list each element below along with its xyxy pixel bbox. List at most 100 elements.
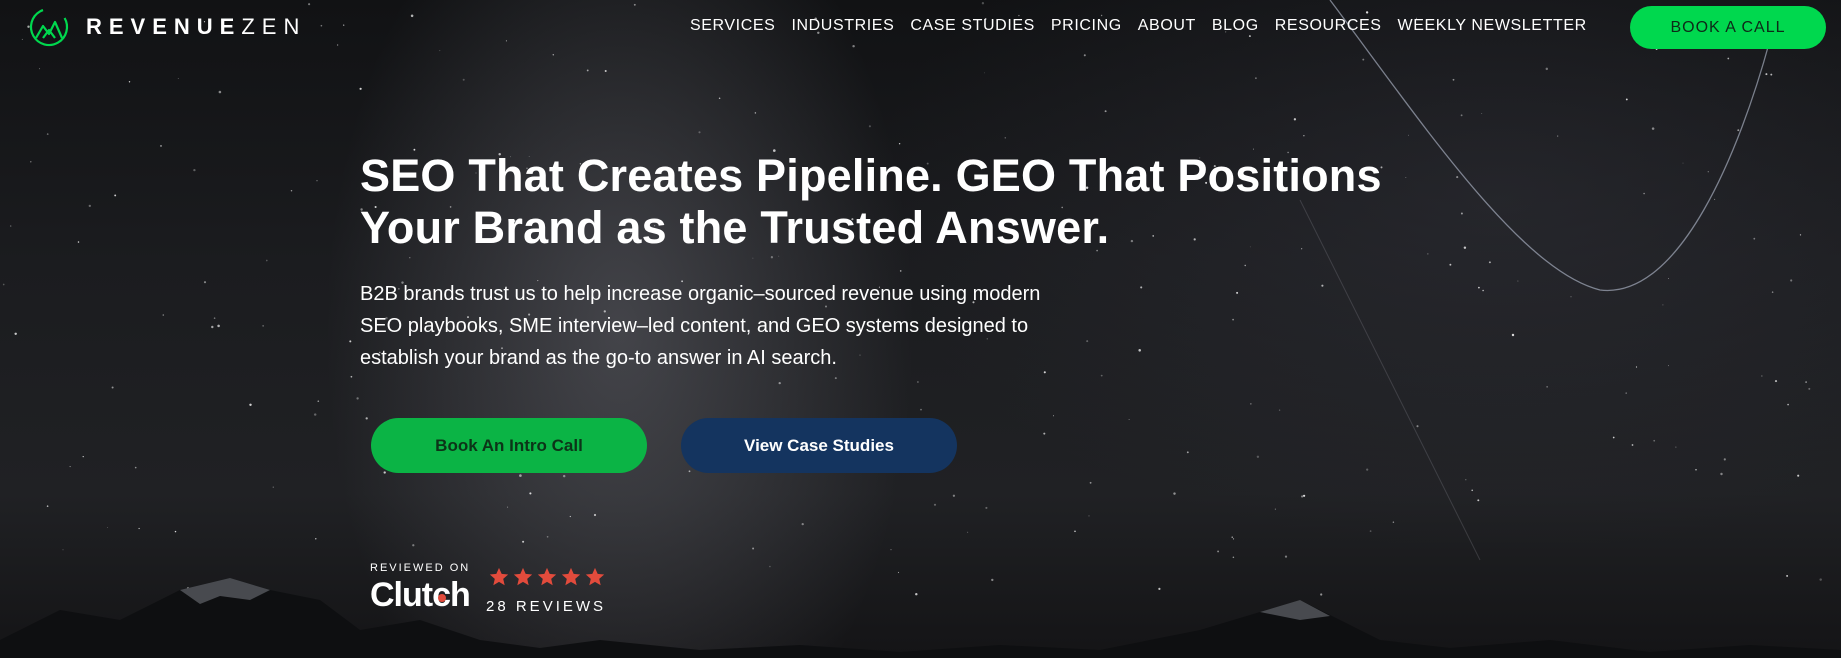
- star-dot: [30, 161, 32, 163]
- reviews-count: 28 REVIEWS: [486, 598, 607, 615]
- hero-subtext: B2B brands trust us to help increase org…: [360, 283, 1041, 369]
- star-dot: [1369, 530, 1372, 532]
- star-dot: [62, 549, 64, 551]
- star-dot: [249, 403, 252, 407]
- nav-industries[interactable]: INDUSTRIES: [791, 17, 894, 35]
- star-dot: [1088, 515, 1090, 517]
- star-dot: [134, 466, 137, 469]
- star-dot: [1481, 112, 1483, 114]
- star-dot: [316, 180, 318, 182]
- star-dot: [1407, 134, 1410, 136]
- star-dot: [1667, 365, 1669, 367]
- star-dot: [315, 538, 317, 540]
- star-dot: [46, 505, 49, 507]
- star-icon: [513, 567, 533, 586]
- star-icon: [537, 567, 557, 586]
- star-dot: [2, 283, 5, 286]
- star-dot: [107, 527, 109, 529]
- star-dot: [356, 397, 359, 400]
- star-dot: [1723, 458, 1726, 461]
- book-a-call-button[interactable]: BOOK A CALL: [1630, 6, 1826, 49]
- star-dot: [1366, 468, 1369, 471]
- star-dot: [546, 535, 549, 538]
- mountain-snow: [180, 578, 1330, 620]
- star-dot: [778, 381, 781, 385]
- star-dot: [383, 471, 386, 474]
- nav-blog[interactable]: BLOG: [1212, 17, 1259, 35]
- star-dot: [1452, 78, 1455, 81]
- rating-stars: [488, 566, 606, 588]
- star-dot: [211, 325, 214, 329]
- star-dot: [898, 143, 901, 145]
- star-dot: [77, 241, 80, 243]
- star-dot: [1043, 432, 1046, 435]
- star-dot: [1274, 508, 1276, 510]
- nav-services[interactable]: SERVICES: [690, 17, 775, 35]
- logo-text-bold: REVENUE: [86, 14, 242, 39]
- star-dot: [1128, 419, 1130, 421]
- star-dot: [915, 592, 918, 596]
- star-dot: [359, 87, 362, 90]
- star-dot: [1774, 380, 1778, 383]
- nav-resources[interactable]: RESOURCES: [1275, 17, 1382, 35]
- star-dot: [1819, 578, 1822, 581]
- star-dot: [1301, 495, 1304, 498]
- star-dot: [1488, 261, 1491, 264]
- star-dot: [218, 90, 222, 94]
- star-dot: [174, 530, 177, 533]
- star-dot: [1293, 118, 1297, 121]
- star-dot: [1714, 198, 1716, 200]
- star-dot: [562, 474, 566, 478]
- logo[interactable]: REVENUEZEN: [28, 6, 306, 48]
- star-dot: [1545, 67, 1549, 71]
- star-dot: [1737, 129, 1740, 132]
- star-dot: [1392, 521, 1395, 523]
- star-dot: [586, 69, 589, 72]
- nav-about[interactable]: ABOUT: [1138, 17, 1196, 35]
- star-dot: [529, 492, 532, 495]
- star-dot: [985, 506, 988, 509]
- star-dot: [1302, 494, 1306, 497]
- star-dot: [1278, 409, 1281, 411]
- star-dot: [1320, 593, 1323, 596]
- star-dot: [1635, 366, 1638, 368]
- star-dot: [69, 466, 71, 468]
- star-dot: [754, 112, 757, 114]
- star-dot: [952, 494, 956, 497]
- star-dot: [1771, 291, 1774, 293]
- logo-text: REVENUEZEN: [86, 14, 306, 40]
- view-case-studies-button[interactable]: View Case Studies: [681, 418, 957, 473]
- nav-pricing[interactable]: PRICING: [1051, 17, 1122, 35]
- star-dot: [1675, 446, 1677, 448]
- star-dot: [1232, 538, 1235, 540]
- star-dot: [991, 578, 994, 582]
- star-dot: [213, 317, 216, 319]
- star-dot: [138, 527, 140, 530]
- star-dot: [1089, 481, 1092, 484]
- star-dot: [1651, 127, 1655, 130]
- star-dot: [718, 97, 721, 99]
- reviewed-on-label: REVIEWED ON: [370, 562, 471, 574]
- clutch-review-badge[interactable]: REVIEWED ON Clutch 28 REVIEWS: [370, 562, 630, 622]
- star-dot: [1727, 57, 1730, 60]
- book-intro-call-button[interactable]: Book An Intro Call: [371, 418, 647, 473]
- star-dot: [604, 69, 607, 73]
- star-dot: [128, 81, 131, 83]
- star-dot: [1256, 455, 1260, 458]
- star-dot: [1557, 135, 1559, 137]
- star-dot: [890, 549, 892, 551]
- star-dot: [1546, 386, 1548, 388]
- star-dot: [916, 381, 919, 383]
- star-dot: [1460, 114, 1463, 117]
- star-dot: [897, 571, 900, 574]
- star-dot: [1463, 246, 1467, 249]
- star-dot: [1104, 110, 1107, 113]
- clutch-logo-dot: [438, 594, 446, 602]
- nav-weekly-newsletter[interactable]: WEEKLY NEWSLETTER: [1398, 17, 1587, 35]
- star-dot: [1682, 162, 1684, 164]
- star-dot: [933, 503, 937, 506]
- star-dot: [412, 544, 415, 547]
- nav-case-studies[interactable]: CASE STUDIES: [910, 17, 1035, 35]
- site-header: REVENUEZEN SERVICES INDUSTRIES CASE STUD…: [0, 0, 1841, 56]
- star-dot: [593, 513, 597, 517]
